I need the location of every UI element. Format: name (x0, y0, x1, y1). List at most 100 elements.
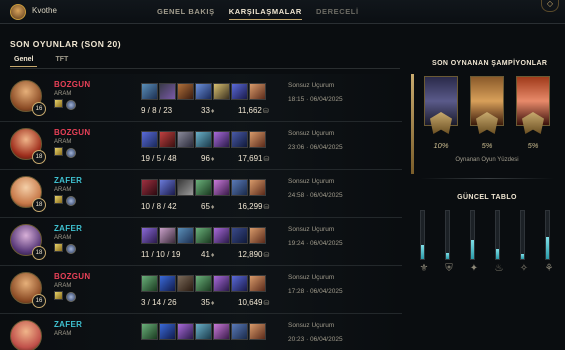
stat-bar (520, 210, 525, 260)
gold-earned: 10,649⛁ (238, 298, 270, 307)
item-icon (213, 131, 230, 148)
gold-icon: ⛁ (263, 156, 270, 163)
profile-name[interactable]: Kvothe (32, 6, 57, 15)
item-slots (141, 83, 266, 100)
gold-earned: 16,299⛁ (238, 202, 270, 211)
item-icon (249, 131, 266, 148)
item-icon (159, 179, 176, 196)
game-mode: ARAM (54, 283, 72, 289)
subtabs: Genel TFT (10, 55, 72, 67)
minion-icon: ♦ (210, 204, 215, 211)
item-icon (141, 179, 158, 196)
stat-bar (495, 210, 500, 260)
flash-icon (54, 99, 63, 108)
item-icon (249, 83, 266, 100)
stat-bars (420, 210, 554, 260)
item-icon (195, 323, 212, 340)
item-icon (231, 275, 248, 292)
champion-level: 18 (32, 246, 46, 260)
item-slots (141, 323, 266, 340)
kda: 9 / 8 / 23 (141, 106, 173, 115)
item-icon (141, 275, 158, 292)
item-icon (177, 275, 194, 292)
gold-earned: 11,662⛁ (238, 106, 269, 115)
recent-champions-title: SON OYNANAN ŞAMPİYONLAR (432, 60, 548, 67)
item-icon (231, 131, 248, 148)
item-icon (141, 227, 158, 244)
match-list: 16 BOZGUN ARAM 9 / 8 / 23 33♦ 11,662⛁ So… (0, 74, 402, 350)
minion-icon: ♦ (210, 252, 215, 259)
match-row[interactable]: ZAFER ARAM Sonsuz Uçurum 20:23 · 06/04/2… (0, 314, 402, 350)
match-result: ZAFER (54, 224, 83, 233)
profile-icon[interactable] (10, 4, 26, 20)
stat-bar-fill (446, 253, 449, 259)
scrollbar-thumb[interactable] (411, 74, 414, 174)
item-icon (159, 323, 176, 340)
champion-level: 18 (32, 198, 46, 212)
item-icon (249, 227, 266, 244)
item-icon (177, 227, 194, 244)
item-icon (141, 131, 158, 148)
minion-icon: ♦ (210, 300, 215, 307)
stat-bar-fill (496, 249, 499, 259)
gold-icon: ⛁ (262, 108, 269, 115)
item-icon (231, 83, 248, 100)
game-mode: ARAM (54, 235, 72, 241)
summoner-spells (54, 99, 63, 108)
item-icon (159, 275, 176, 292)
top-bar: Kvothe GENEL BAKIŞ KARŞILAŞMALAR DERECEL… (0, 0, 565, 24)
match-time: 18:15 · 06/04/2025 (288, 96, 343, 103)
gold-earned: 12,890⛁ (238, 250, 270, 259)
match-row[interactable]: 16 BOZGUN ARAM 9 / 8 / 23 33♦ 11,662⛁ So… (0, 74, 402, 122)
item-icon (231, 227, 248, 244)
match-row[interactable]: 18 BOZGUN ARAM 19 / 5 / 48 96♦ 17,691⛁ S… (0, 122, 402, 170)
divider (10, 68, 400, 69)
creep-score: 41♦ (201, 250, 215, 259)
item-icon (249, 275, 266, 292)
fighter-icon: ⛨ (445, 263, 453, 274)
map-name: Sonsuz Uçurum (288, 226, 335, 233)
item-icon (213, 83, 230, 100)
stat-bar (470, 210, 475, 260)
flash-icon (54, 291, 63, 300)
item-icon (195, 179, 212, 196)
gold-icon: ⛁ (263, 300, 270, 307)
match-time: 23:06 · 06/04/2025 (288, 144, 343, 151)
creep-score: 35♦ (201, 298, 215, 307)
summoner-spells (54, 195, 63, 204)
game-mode: ARAM (54, 187, 72, 193)
game-mode: ARAM (54, 331, 72, 337)
match-time: 19:24 · 06/04/2025 (288, 240, 343, 247)
item-icon (159, 131, 176, 148)
tab-matches[interactable]: KARŞILAŞMALAR (228, 0, 303, 24)
subtab-tft[interactable]: TFT (51, 55, 72, 67)
item-icon (177, 179, 194, 196)
map-name: Sonsuz Uçurum (288, 274, 335, 281)
stat-bar-fill (521, 254, 524, 259)
support-icon: ⚘ (544, 263, 554, 274)
gold-icon: ⛁ (263, 252, 270, 259)
kda: 11 / 10 / 19 (141, 250, 181, 259)
subtab-general[interactable]: Genel (10, 55, 38, 67)
match-time: 17:28 · 06/04/2025 (288, 288, 343, 295)
flash-icon (54, 243, 63, 252)
item-icon (231, 323, 248, 340)
rune-icon (66, 100, 76, 110)
divider (420, 178, 554, 179)
tab-overview[interactable]: GENEL BAKIŞ (157, 0, 215, 24)
match-row[interactable]: 16 BOZGUN ARAM 3 / 14 / 26 35♦ 10,649⛁ S… (0, 266, 402, 314)
tab-ranked[interactable]: DERECELİ (316, 0, 359, 24)
match-row[interactable]: 18 ZAFER ARAM 10 / 8 / 42 65♦ 16,299⛁ So… (0, 170, 402, 218)
item-slots (141, 131, 266, 148)
play-percent-caption: Oynanan Oyun Yüzdesi (455, 157, 519, 163)
expand-icon[interactable]: ◇ (541, 0, 559, 12)
creep-score: 96♦ (201, 154, 215, 163)
champion-level: 16 (32, 102, 46, 116)
rune-icon (66, 244, 76, 254)
item-icon (213, 179, 230, 196)
stat-bar-fill (546, 237, 549, 259)
match-row[interactable]: 18 ZAFER ARAM 11 / 10 / 19 41♦ 12,890⛁ S… (0, 218, 402, 266)
minion-icon: ♦ (210, 156, 215, 163)
game-mode: ARAM (54, 139, 72, 145)
flash-icon (54, 195, 63, 204)
